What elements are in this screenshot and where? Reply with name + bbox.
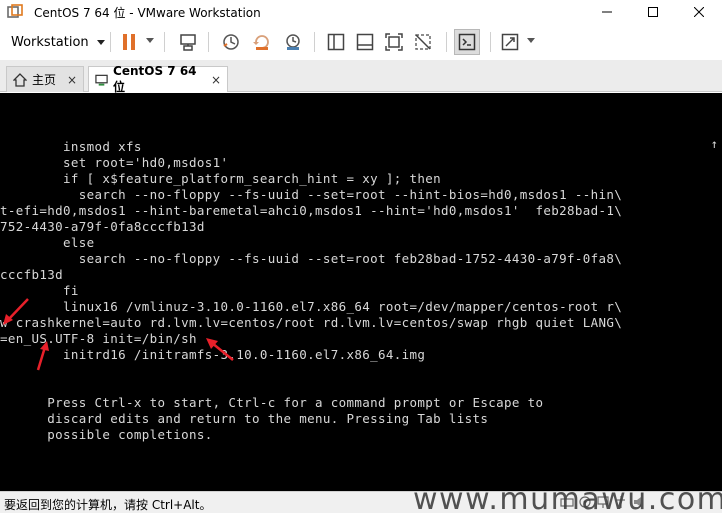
toolbar: Workstation — [0, 24, 722, 60]
vmware-logo-icon — [7, 4, 23, 20]
revert-snapshot-icon — [253, 35, 269, 50]
pause-icon — [123, 34, 135, 50]
toolbar-divider — [110, 32, 111, 52]
close-button[interactable] — [676, 0, 722, 24]
show-thumbnail-button[interactable] — [352, 29, 378, 55]
console-line: search --no-floppy --fs-uuid --set=root … — [0, 187, 623, 202]
scroll-up-indicator: ↑ — [710, 137, 718, 151]
console-line: set root='hd0,msdos1' — [0, 155, 229, 170]
maximize-button[interactable] — [630, 0, 676, 24]
console-line: search --no-floppy --fs-uuid --set=root … — [0, 251, 623, 266]
toolbar-divider — [446, 32, 447, 52]
library-icon — [327, 33, 345, 51]
tab-strip: 主页 × CentOS 7 64 位 × — [0, 60, 722, 94]
pause-button[interactable] — [116, 29, 142, 55]
toolbar-divider — [314, 32, 315, 52]
annotation-arrow-icon — [36, 341, 49, 371]
close-icon[interactable]: × — [67, 73, 77, 87]
unity-icon — [415, 34, 431, 50]
watermark: www.mumawu.com — [413, 482, 722, 513]
window-title: CentOS 7 64 位 - VMware Workstation — [34, 6, 261, 20]
snapshot-manager-button[interactable] — [280, 29, 306, 55]
revert-snapshot-button[interactable] — [249, 29, 275, 55]
console-view-button[interactable] — [454, 29, 480, 55]
fullscreen-icon — [385, 33, 403, 51]
take-snapshot-button[interactable] — [218, 29, 244, 55]
close-icon[interactable]: × — [211, 73, 221, 87]
send-ctrl-alt-del-button[interactable] — [175, 29, 201, 55]
minimize-button[interactable] — [584, 0, 630, 24]
stretch-icon — [501, 33, 519, 51]
chevron-down-icon — [96, 39, 105, 45]
annotation-arrow-icon — [206, 338, 234, 361]
show-library-button[interactable] — [323, 29, 349, 55]
console-line: linux16 /vmlinuz-3.10.0-1160.el7.x86_64 … — [0, 299, 623, 314]
full-screen-button[interactable] — [381, 29, 407, 55]
console-line: cccfb13d — [0, 267, 64, 282]
unity-button[interactable] — [410, 29, 436, 55]
title-bar: CentOS 7 64 位 - VMware Workstation — [0, 0, 722, 24]
console-line: t-efi=hd0,msdos1 --hint-baremetal=ahci0,… — [0, 203, 623, 218]
chevron-down-icon[interactable] — [527, 38, 535, 43]
stretch-guest-button[interactable] — [497, 29, 523, 55]
thumbnail-icon — [356, 33, 374, 51]
annotation-arrow-icon — [3, 298, 29, 325]
console-line: else — [0, 235, 95, 250]
tab-label: CentOS 7 64 位 — [113, 64, 197, 94]
console-line: possible completions. — [0, 427, 213, 442]
tab-home[interactable]: 主页 × — [6, 66, 84, 92]
console-line: if [ x$feature_platform_search_hint = xy… — [0, 171, 442, 186]
workstation-menu[interactable]: Workstation — [6, 30, 110, 54]
toolbar-divider — [208, 32, 209, 52]
console-line: discard edits and return to the menu. Pr… — [0, 411, 489, 426]
status-message: 要返回到您的计算机，请按 Ctrl+Alt。 — [4, 498, 212, 512]
snapshot-icon — [223, 34, 239, 50]
console-icon — [458, 33, 476, 51]
snapshot-manager-icon — [286, 34, 300, 50]
console-line: w crashkernel=auto rd.lvm.lv=centos/root… — [0, 315, 623, 330]
toolbar-divider — [164, 32, 165, 52]
tab-label: 主页 — [32, 73, 57, 87]
chevron-down-icon[interactable] — [146, 38, 154, 43]
tab-centos[interactable]: CentOS 7 64 位 × — [88, 64, 228, 94]
toolbar-divider — [490, 32, 491, 52]
console-line: Press Ctrl-x to start, Ctrl-c for a comm… — [0, 395, 544, 410]
workstation-menu-label: Workstation — [11, 34, 89, 50]
console-line: insmod xfs — [0, 139, 142, 154]
send-keys-icon — [180, 34, 196, 51]
home-icon — [13, 72, 27, 87]
console-line: 752-4430-a79f-0fa8cccfb13d — [0, 219, 205, 234]
vm-icon — [95, 74, 108, 86]
vm-console[interactable]: insmod xfs set root='hd0,msdos1' if [ x$… — [0, 93, 722, 491]
